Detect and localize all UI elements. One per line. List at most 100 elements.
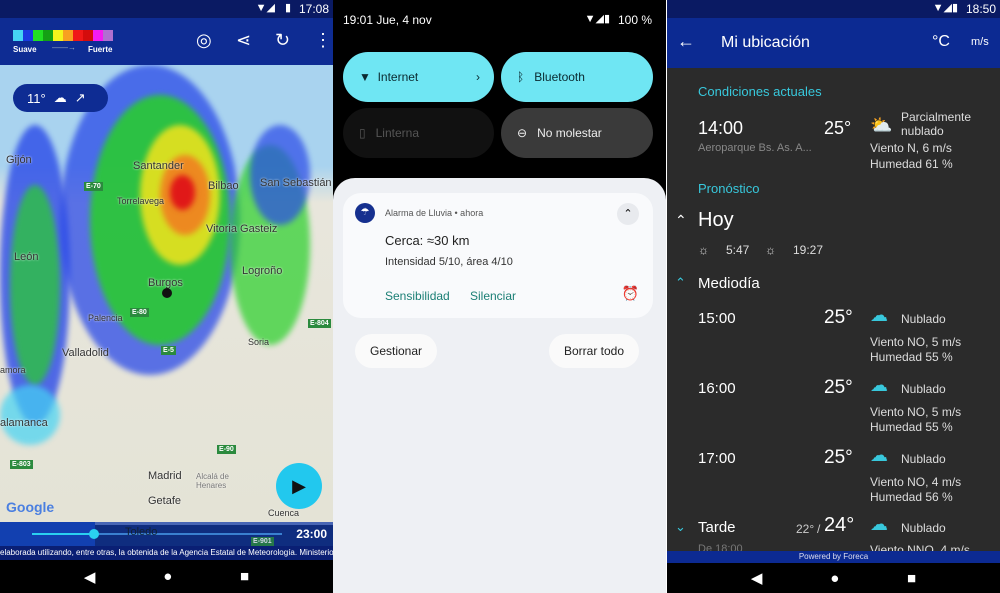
road-label: E-804 bbox=[308, 319, 331, 328]
toolbar: Suave ——→ Fuerte ◎ ⋖ ↻ ⋮ bbox=[0, 18, 333, 65]
more-icon[interactable]: ⋮ bbox=[314, 30, 332, 51]
wifi-icon: ▼ bbox=[359, 70, 371, 84]
city-label: San Sebastián bbox=[260, 177, 332, 189]
legend-low: Suave bbox=[13, 45, 37, 54]
snooze-icon[interactable]: ⏰ bbox=[622, 285, 639, 302]
recents-icon[interactable]: ■ bbox=[907, 570, 916, 587]
silence-button[interactable]: Silenciar bbox=[470, 289, 516, 303]
flashlight-icon: ▯ bbox=[359, 126, 366, 140]
share-icon[interactable]: ⋖ bbox=[236, 30, 251, 51]
weather-chip[interactable]: 11° ☁ ↗ bbox=[13, 84, 108, 112]
current-condition: Parcialmente nublado bbox=[901, 110, 972, 138]
forecast-heading: Pronóstico bbox=[698, 181, 760, 196]
locate-icon[interactable]: ◎ bbox=[196, 30, 212, 51]
notification-sheet: ☂ Alarma de Lluvia • ahora ⌃ Cerca: ≈30 … bbox=[333, 178, 666, 593]
sunrise-icon: ☼ bbox=[698, 243, 709, 257]
status-time: 17:08 bbox=[298, 2, 329, 16]
hour-condition: Nublado bbox=[901, 382, 946, 396]
current-wind: Viento N, 6 m/s bbox=[870, 141, 952, 155]
road-label: E-5 bbox=[161, 346, 176, 355]
hour-temp: 25° bbox=[824, 307, 853, 328]
tile-dnd[interactable]: ⊖ No molestar bbox=[501, 108, 653, 158]
status-datetime: 19:01 Jue, 4 nov bbox=[343, 13, 432, 27]
status-battery: 100 % bbox=[617, 13, 652, 27]
tarde-high: 24° bbox=[824, 514, 855, 536]
notification-app: Alarma de Lluvia • ahora bbox=[385, 208, 484, 218]
tile-bluetooth[interactable]: ᛒ Bluetooth bbox=[501, 52, 653, 102]
current-time: 14:00 bbox=[698, 118, 744, 138]
city-label: amora bbox=[0, 365, 26, 375]
cloud-icon: ☁ bbox=[870, 305, 888, 325]
clear-all-button[interactable]: Borrar todo bbox=[549, 334, 639, 368]
city-label: Torrelavega bbox=[117, 196, 165, 206]
city-label: Soria bbox=[248, 337, 270, 347]
cloud-icon: ☁ bbox=[870, 445, 888, 465]
station-name: Aeroparque Bs. As. A... bbox=[698, 142, 812, 154]
legend-swatch bbox=[103, 30, 113, 41]
back-icon[interactable]: ◀ bbox=[751, 569, 763, 587]
wifi-icon: ▼◢ bbox=[255, 2, 275, 14]
tile-internet[interactable]: ▼ Internet › bbox=[343, 52, 494, 102]
timeline-handle[interactable] bbox=[89, 529, 99, 539]
chevron-down-icon[interactable]: ⌄ bbox=[675, 519, 686, 535]
history-icon[interactable]: ↻ bbox=[275, 30, 290, 51]
wifi-icon: ▼◢▮ bbox=[932, 2, 958, 14]
road-label: E-803 bbox=[10, 460, 33, 469]
back-arrow-icon[interactable]: ← bbox=[677, 31, 695, 52]
chip-temp: 11° bbox=[27, 90, 46, 106]
city-label: Vitoria Gasteiz bbox=[206, 223, 278, 235]
city-label: Toledo bbox=[125, 526, 158, 538]
google-logo: Google bbox=[6, 499, 55, 515]
hour-wind: Viento NO, 5 m/s bbox=[870, 405, 962, 419]
battery-icon: ▮ bbox=[284, 2, 291, 14]
day-label: Hoy bbox=[698, 209, 734, 231]
radar-map[interactable]: Gijón Santander Bilbao San Sebastián Tor… bbox=[0, 65, 333, 525]
recents-icon[interactable]: ■ bbox=[240, 568, 249, 585]
hour-humidity: Humedad 55 % bbox=[870, 350, 953, 364]
timeline-time: 23:00 bbox=[296, 527, 327, 541]
notification-card[interactable]: ☂ Alarma de Lluvia • ahora ⌃ Cerca: ≈30 … bbox=[343, 193, 653, 318]
legend-swatch bbox=[43, 30, 53, 41]
powered-by: Powered by Foreca bbox=[667, 551, 1000, 563]
temp-unit-button[interactable]: °C bbox=[932, 33, 950, 51]
city-label: Gijón bbox=[6, 154, 32, 166]
location-marker bbox=[162, 288, 172, 298]
chevron-up-icon[interactable]: ⌃ bbox=[675, 275, 686, 291]
tile-flashlight[interactable]: ▯ Linterna bbox=[343, 108, 494, 158]
road-label: E-90 bbox=[217, 445, 236, 454]
hour-temp: 25° bbox=[824, 447, 853, 468]
legend-swatch bbox=[13, 30, 23, 41]
home-icon[interactable]: ● bbox=[163, 568, 172, 585]
hour-condition: Nublado bbox=[901, 452, 946, 466]
city-label: León bbox=[14, 251, 39, 263]
sensitivity-button[interactable]: Sensibilidad bbox=[385, 289, 450, 303]
play-button[interactable]: ▶ bbox=[276, 463, 322, 509]
hour-humidity: Humedad 55 % bbox=[870, 420, 953, 434]
hour-wind: Viento NO, 4 m/s bbox=[870, 475, 962, 489]
wind-unit-button[interactable]: m/s bbox=[971, 36, 989, 48]
legend-swatch bbox=[93, 30, 103, 41]
partly-cloudy-icon: ⛅ bbox=[870, 115, 893, 135]
location-weather-screen: 18:50 ▼◢▮ ← Mi ubicación °C m/s Condicio… bbox=[667, 0, 1000, 593]
timeline-bar: E-901 Toledo 23:00 bbox=[0, 522, 333, 546]
city-label: Palencia bbox=[88, 313, 123, 323]
city-label: Logroño bbox=[242, 265, 283, 277]
collapse-button[interactable]: ⌃ bbox=[617, 203, 639, 225]
arrow-icon: ——→ bbox=[52, 43, 76, 52]
hour-time: 17:00 bbox=[698, 450, 736, 467]
intensity-legend bbox=[13, 30, 113, 41]
back-icon[interactable]: ◀ bbox=[84, 568, 96, 586]
chevron-up-icon[interactable]: ⌃ bbox=[675, 212, 687, 229]
attribution-text: elaborada utilizando, entre otras, la ob… bbox=[0, 546, 333, 560]
notification-shade: 19:01 Jue, 4 nov 100 % ▼◢▮ ▼ Internet › ᛒ… bbox=[333, 0, 666, 593]
nav-bar: ◀ ● ■ bbox=[0, 560, 333, 593]
legend-swatch bbox=[73, 30, 83, 41]
tarde-condition: Nublado bbox=[901, 521, 946, 535]
city-label: Cuenca bbox=[268, 508, 300, 518]
city-label: Madrid bbox=[148, 470, 182, 482]
manage-button[interactable]: Gestionar bbox=[355, 334, 437, 368]
home-icon[interactable]: ● bbox=[830, 570, 839, 587]
chevron-right-icon: › bbox=[476, 70, 480, 84]
legend-high: Fuerte bbox=[88, 45, 113, 54]
legend-swatch bbox=[23, 30, 33, 41]
